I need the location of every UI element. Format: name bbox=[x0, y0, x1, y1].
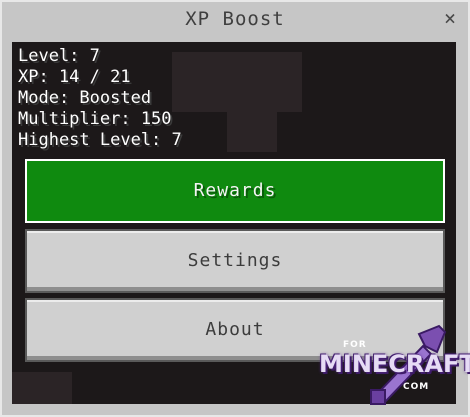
watermark-suffix: COM bbox=[403, 382, 430, 392]
highest-level-text: Highest Level: 7 bbox=[18, 130, 182, 150]
mode-text: Mode: Boosted bbox=[18, 88, 152, 108]
rewards-button[interactable]: Rewards bbox=[25, 159, 445, 223]
level-text: Level: 7 bbox=[18, 46, 100, 66]
multiplier-text: Multiplier: 150 bbox=[18, 109, 172, 129]
watermark-name: MINECRAFT bbox=[319, 350, 470, 378]
settings-button[interactable]: Settings bbox=[25, 229, 445, 293]
dialog-title: XP Boost bbox=[185, 8, 285, 30]
background-block bbox=[12, 372, 72, 404]
xp-text: XP: 14 / 21 bbox=[18, 67, 131, 87]
watermark-prefix: FOR bbox=[343, 340, 367, 350]
background-block bbox=[227, 72, 277, 152]
minecraft-watermark-logo: FOR MINECRAFT COM bbox=[315, 324, 470, 408]
close-icon[interactable]: × bbox=[444, 6, 456, 30]
xp-boost-dialog: XP Boost × Level: 7 XP: 14 / 21 Mode: Bo… bbox=[0, 0, 470, 417]
stats-panel: Level: 7 XP: 14 / 21 Mode: Boosted Multi… bbox=[18, 46, 182, 151]
title-bar: XP Boost × bbox=[2, 2, 468, 40]
